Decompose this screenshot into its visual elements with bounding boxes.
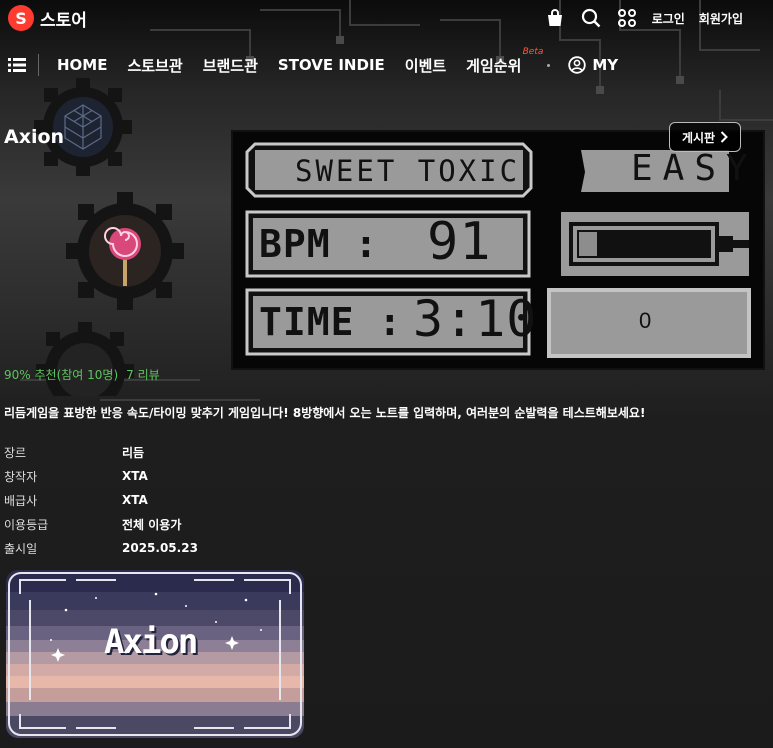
bpm-label: BPM : [259,222,379,266]
beta-badge: Beta [522,46,544,57]
recommend-rate[interactable]: 90% 추천(참여 10명) [4,366,118,383]
info-label: 이용등급 [4,517,49,532]
nav-item-event[interactable]: 이벤트 [405,55,446,76]
logo-text: 스토어 [40,10,87,31]
info-label: 출시일 [4,541,38,556]
nav-my-label: MY [592,56,619,74]
game-description: 리듬게임을 표방한 반응 속도/타이밍 맞추기 게임입니다! 8방향에서 오는 … [4,406,646,420]
menu-list-icon[interactable] [6,54,28,76]
board-button-label: 게시판 [681,130,716,145]
signup-link[interactable]: 회원가입 [699,10,743,27]
nav-item-indie[interactable]: STOVE INDIE [278,56,385,74]
info-row-publisher: 배급사 XTA [4,488,198,512]
time-value: 3:10 [413,290,538,348]
search-icon[interactable] [580,7,602,29]
info-row-rating: 이용등급 전체 이용가 [4,512,198,536]
top-actions: 로그인 회원가입 [544,0,743,36]
gear-lollipop-illustration [66,192,184,310]
hero-banner[interactable]: SWEET TOXIC EASY BPM : 91 TIME : 3:10 0 [231,130,765,370]
thumbnail-logo: Axion [104,622,198,662]
song-name: SWEET TOXIC [295,154,521,188]
nav-dot [547,63,551,67]
chevron-right-icon [720,131,728,143]
game-title: Axion [4,126,65,148]
bpm-value: 91 [427,212,492,272]
apps-grid-icon[interactable] [616,7,638,29]
info-value: XTA [122,493,148,507]
nav-item-brand[interactable]: 브랜드관 [203,55,258,76]
info-label: 장르 [4,445,27,460]
info-label: 창작자 [4,469,38,484]
info-value: 리듬 [122,445,145,460]
difficulty-label: EASY [631,148,758,189]
rating-summary: 90% 추천(참여 10명) 7 리뷰 [4,366,160,383]
game-thumbnail[interactable]: Axion [6,570,304,738]
time-label: TIME : [259,300,403,344]
user-circle-icon [568,56,587,74]
store-logo[interactable]: S 스토어 [8,5,87,31]
info-value: 전체 이용가 [122,517,182,532]
nav-item-ranking-label: 게임순위 [466,56,522,75]
game-info-table: 장르 리듬 창작자 XTA 배급사 XTA 이용등급 전체 이용가 출시일 20… [4,440,198,560]
info-label: 배급사 [4,493,38,508]
info-row-release: 출시일 2025.05.23 [4,536,198,560]
login-link[interactable]: 로그인 [652,10,685,27]
nav-item-ranking[interactable]: 게임순위 Beta [466,47,543,76]
info-value: 2025.05.23 [122,541,198,555]
review-count[interactable]: 7 리뷰 [126,366,160,383]
nav-item-my[interactable]: MY [568,56,618,74]
top-bar: S 스토어 로그인 회원가입 [0,0,773,36]
info-value: XTA [122,469,148,483]
score-value: 0 [639,308,653,333]
board-button[interactable]: 게시판 [669,122,741,152]
logo-badge: S [8,5,34,31]
shopping-bag-icon[interactable] [544,7,566,29]
gear-partial-illustration [36,322,134,396]
info-row-genre: 장르 리듬 [4,440,198,464]
info-row-creator: 창작자 XTA [4,464,198,488]
